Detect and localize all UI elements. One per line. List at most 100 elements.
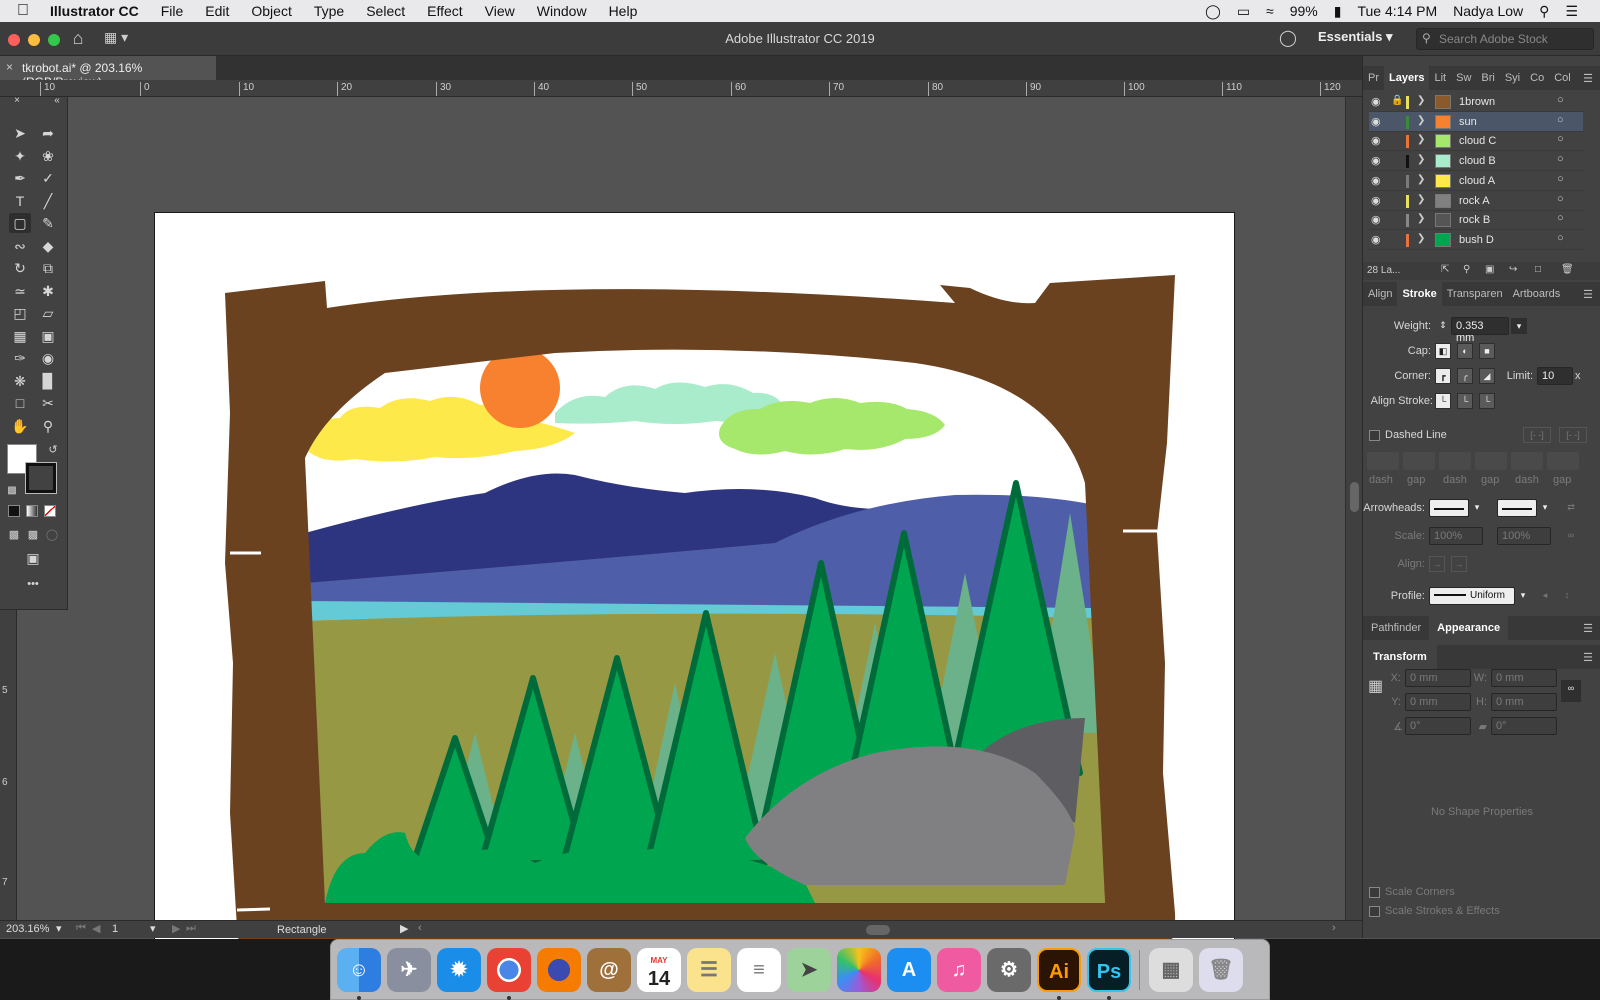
tab-artboards[interactable]: Artboards: [1508, 288, 1566, 300]
tab-stroke[interactable]: Stroke: [1397, 282, 1442, 306]
color-mode-button[interactable]: [8, 505, 20, 517]
align-stroke-center-button[interactable]: └: [1435, 393, 1451, 409]
layer-row[interactable]: ◉ ❯ rock A ○: [1369, 191, 1583, 211]
collapse-panel-icon[interactable]: «: [46, 96, 68, 106]
scroll-left-icon[interactable]: ‹: [418, 922, 422, 934]
arrow-place-button[interactable]: →: [1451, 556, 1467, 572]
target-circle-icon[interactable]: ○: [1557, 173, 1564, 185]
layer-row[interactable]: ◉ ❯ cloud A ○: [1369, 171, 1583, 191]
menu-object[interactable]: Object: [240, 3, 302, 19]
scale-corners-checkbox[interactable]: [1369, 887, 1380, 898]
pen-tool-icon[interactable]: ✒: [9, 168, 31, 188]
swap-fill-stroke-icon[interactable]: ↺: [42, 440, 64, 460]
calendar-icon[interactable]: MAY 14: [637, 948, 681, 992]
scroll-right-icon[interactable]: ›: [1332, 922, 1336, 934]
curvature-tool-icon[interactable]: ✓: [37, 168, 59, 188]
tab-align[interactable]: Align: [1363, 288, 1397, 300]
expand-arrow-icon[interactable]: ❯: [1417, 174, 1425, 185]
rectangle-tool-icon[interactable]: ▢: [9, 213, 31, 233]
start-arrowhead-dropdown-icon[interactable]: ▾: [1469, 500, 1485, 516]
tab-symbols[interactable]: Syi: [1500, 72, 1525, 84]
target-circle-icon[interactable]: ○: [1557, 212, 1564, 224]
tab-libraries[interactable]: Lit: [1429, 72, 1451, 84]
magic-wand-tool-icon[interactable]: ✦: [9, 146, 31, 166]
panel-menu-icon[interactable]: ☰: [1578, 651, 1600, 664]
app-store-icon[interactable]: A: [887, 948, 931, 992]
expand-arrow-icon[interactable]: ❯: [1417, 154, 1425, 165]
perspective-grid-tool-icon[interactable]: ▱: [37, 303, 59, 323]
puppet-warp-tool-icon[interactable]: ✱: [37, 281, 59, 301]
creative-cloud-icon[interactable]: ◯: [1205, 3, 1221, 20]
downloads-stack-icon[interactable]: ▦: [1149, 948, 1193, 992]
hscroll-thumb[interactable]: [866, 925, 890, 935]
end-scale-field[interactable]: 100%: [1497, 527, 1551, 545]
visibility-eye-icon[interactable]: ◉: [1371, 213, 1381, 226]
zoom-tool-icon[interactable]: ⚲: [37, 416, 59, 436]
expand-arrow-icon[interactable]: ❯: [1417, 115, 1425, 126]
menu-edit[interactable]: Edit: [194, 3, 240, 19]
round-cap-button[interactable]: ◐: [1457, 343, 1473, 359]
panel-menu-icon[interactable]: ☰: [1578, 288, 1600, 301]
w-field[interactable]: 0 mm: [1491, 669, 1557, 687]
x-field[interactable]: 0 mm: [1405, 669, 1471, 687]
menu-window[interactable]: Window: [526, 3, 598, 19]
shear-field[interactable]: 0°: [1491, 717, 1557, 735]
gradient-mode-button[interactable]: [26, 505, 38, 517]
preserve-dash-icon[interactable]: [- -]: [1523, 427, 1551, 443]
artboard[interactable]: [154, 212, 1235, 1000]
zoom-level[interactable]: 203.16%: [6, 923, 56, 935]
delete-layer-icon[interactable]: 🗑: [1561, 264, 1574, 275]
gradient-tool-icon[interactable]: ▣: [37, 326, 59, 346]
workspace-switcher[interactable]: Essentials ▾: [1318, 29, 1392, 45]
layer-name[interactable]: cloud A: [1459, 175, 1495, 187]
canvas-area[interactable]: [17, 97, 1345, 1000]
gap-field[interactable]: [1547, 452, 1579, 470]
scale-tool-icon[interactable]: ⧉: [37, 258, 59, 278]
system-preferences-icon[interactable]: ⚙: [987, 948, 1031, 992]
tab-transparency[interactable]: Transparen: [1442, 288, 1508, 300]
clock[interactable]: Tue 4:14 PM: [1357, 3, 1437, 19]
apple-icon[interactable]: : [0, 2, 46, 20]
tab-appearance[interactable]: Appearance: [1429, 616, 1509, 640]
flip-across-icon[interactable]: ↕: [1559, 588, 1575, 604]
end-arrowhead-select[interactable]: [1497, 499, 1537, 517]
user-name[interactable]: Nadya Low: [1453, 3, 1523, 19]
shaper-tool-icon[interactable]: ∾: [9, 236, 31, 256]
layer-name[interactable]: rock B: [1459, 214, 1490, 226]
y-field[interactable]: 0 mm: [1405, 693, 1471, 711]
home-icon[interactable]: ⌂: [66, 28, 90, 50]
menu-file[interactable]: File: [150, 3, 195, 19]
menu-select[interactable]: Select: [355, 3, 416, 19]
lasso-tool-icon[interactable]: ❀: [37, 146, 59, 166]
notes-icon[interactable]: ☰: [687, 948, 731, 992]
gap-field[interactable]: [1475, 452, 1507, 470]
lock-icon[interactable]: 🔒: [1391, 95, 1403, 106]
stock-search-input[interactable]: ⚲ Search Adobe Stock: [1416, 28, 1594, 50]
column-graph-tool-icon[interactable]: ▉: [37, 371, 59, 391]
airplay-icon[interactable]: ▭: [1237, 3, 1250, 20]
target-circle-icon[interactable]: ○: [1557, 193, 1564, 205]
illustrator-icon[interactable]: Ai: [1037, 948, 1081, 992]
round-join-button[interactable]: ╭: [1457, 368, 1473, 384]
tab-layers[interactable]: Layers: [1384, 66, 1430, 90]
last-artboard-icon[interactable]: ⏭: [186, 922, 196, 935]
projecting-cap-button[interactable]: ■: [1479, 343, 1495, 359]
paintbrush-tool-icon[interactable]: ✎: [37, 213, 59, 233]
link-scale-icon[interactable]: ∞: [1563, 528, 1579, 544]
visibility-eye-icon[interactable]: ◉: [1371, 154, 1381, 167]
menu-view[interactable]: View: [474, 3, 526, 19]
landscape-artwork[interactable]: [155, 213, 1236, 1000]
type-tool-icon[interactable]: T: [9, 191, 31, 211]
weight-dropdown-icon[interactable]: ▾: [1511, 318, 1527, 334]
tab-brushes[interactable]: Bri: [1476, 72, 1499, 84]
layer-row[interactable]: ◉ ❯ rock B ○: [1369, 210, 1583, 231]
rotate-tool-icon[interactable]: ↻: [9, 258, 31, 278]
finder-icon[interactable]: ☺: [337, 948, 381, 992]
layer-row[interactable]: ◉ ❯ cloud B ○: [1369, 151, 1583, 172]
screen-mode-icon[interactable]: ▣: [22, 548, 44, 568]
layer-row[interactable]: ◉ 🔒 ❯ 1brown ○: [1369, 92, 1583, 112]
layer-name[interactable]: rock A: [1459, 195, 1490, 207]
safari-icon[interactable]: ✹: [437, 948, 481, 992]
reminders-icon[interactable]: ≡: [737, 948, 781, 992]
scale-strokes-checkbox[interactable]: [1369, 906, 1380, 917]
